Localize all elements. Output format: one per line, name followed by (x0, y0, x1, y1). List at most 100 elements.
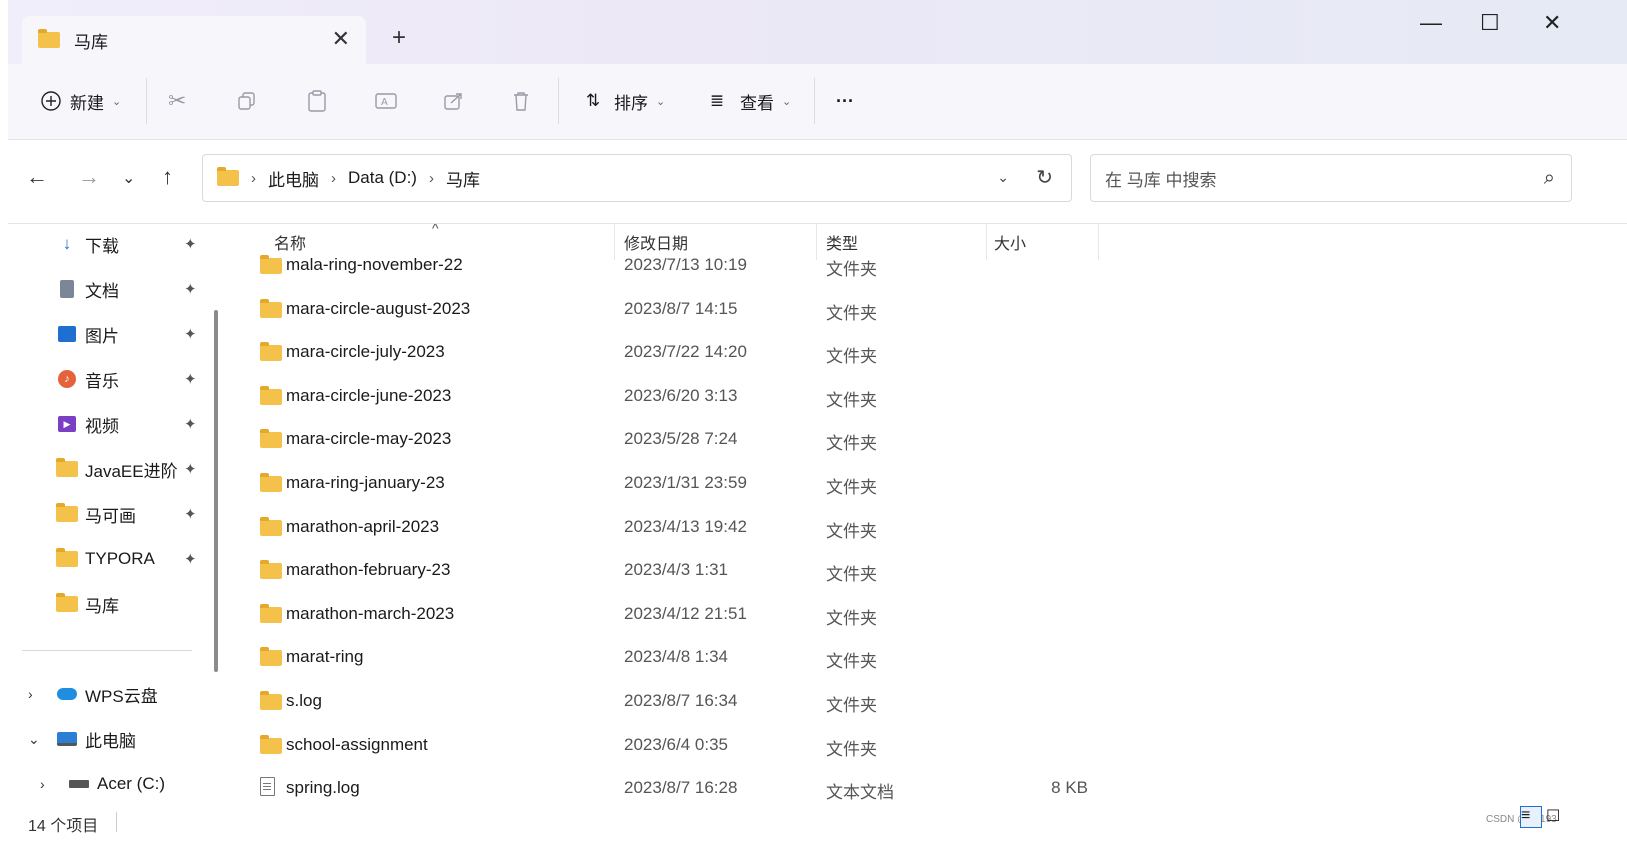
sidebar-item-makehua[interactable]: 马可画 ✦ (8, 494, 218, 534)
sidebar-item-javaee[interactable]: JavaEE进阶 ✦ (8, 449, 218, 489)
details-view-icon[interactable]: ≡ (1520, 806, 1542, 828)
tab-maku[interactable]: 马库 ✕ (22, 16, 366, 64)
pin-icon[interactable]: ✦ (184, 415, 197, 433)
sidebar-item-label: 文档 (85, 281, 119, 301)
breadcrumb-data-drive[interactable]: Data (D:) (348, 168, 417, 188)
forward-button[interactable]: → (78, 164, 100, 190)
file-name: marathon-february-23 (286, 560, 451, 580)
new-tab-button[interactable]: + (392, 24, 406, 52)
folder-icon (260, 429, 282, 449)
table-row[interactable]: spring.log 2023/8/7 16:28 文本文档 8 KB (222, 767, 1627, 806)
table-row[interactable]: s.log 2023/8/7 16:34 文件夹 (222, 680, 1627, 724)
table-row[interactable]: marathon-april-2023 2023/4/13 19:42 文件夹 (222, 506, 1627, 550)
paste-icon[interactable] (306, 84, 328, 118)
back-button[interactable]: ← (26, 164, 48, 190)
close-window-button[interactable]: ✕ (1543, 10, 1561, 36)
sidebar-item-maku[interactable]: 马库 (8, 584, 218, 624)
tab-close-icon[interactable]: ✕ (332, 26, 350, 52)
table-row[interactable]: marathon-february-23 2023/4/3 1:31 文件夹 (222, 549, 1627, 593)
address-bar[interactable]: › 此电脑 › Data (D:) › 马库 ⌄ ↻ (202, 154, 1072, 202)
table-row[interactable]: marathon-march-2023 2023/4/12 21:51 文件夹 (222, 593, 1627, 637)
chevron-down-icon[interactable]: ⌄ (28, 731, 40, 748)
file-name: marathon-april-2023 (286, 516, 440, 536)
sidebar-item-typora[interactable]: TYPORA ✦ (8, 539, 218, 579)
breadcrumb-this-pc[interactable]: 此电脑 (268, 166, 319, 191)
file-name: marat-ring (286, 647, 364, 667)
file-modified: 2023/4/13 19:42 (624, 516, 747, 536)
tiles-view-icon[interactable]: ☐ (1546, 806, 1568, 828)
breadcrumb-separator: › (331, 169, 336, 187)
sort-button[interactable]: ⇅ 排序 ⌄ (578, 84, 665, 118)
chevron-right-icon[interactable]: › (28, 686, 33, 702)
sidebar-item-label: JavaEE进阶 (85, 461, 178, 481)
maximize-button[interactable]: ☐ (1480, 10, 1500, 36)
refresh-icon[interactable]: ↻ (1036, 165, 1053, 190)
file-modified: 2023/6/20 3:13 (624, 385, 738, 405)
sidebar-item-videos[interactable]: ▶ 视频 ✦ (8, 404, 218, 444)
sidebar-item-label: 图片 (85, 326, 119, 346)
pin-icon[interactable]: ✦ (184, 370, 197, 388)
share-icon[interactable] (442, 84, 464, 118)
pin-icon[interactable]: ✦ (184, 235, 197, 253)
table-row[interactable]: mala-ring-november-22 2023/7/13 10:19 文件夹 (222, 244, 1627, 288)
pin-icon[interactable]: ✦ (184, 460, 197, 478)
command-bar: 新建 ⌄ ✂ A ⇅ 排序 ⌄ ≣ 查看 ⌄ ··· (8, 64, 1627, 140)
search-icon[interactable]: ⌕ (1544, 167, 1555, 190)
folder-icon (56, 503, 78, 524)
pin-icon[interactable]: ✦ (184, 550, 197, 568)
file-type: 文件夹 (826, 434, 877, 454)
folder-icon (260, 298, 282, 318)
file-type: 文件夹 (826, 390, 877, 410)
search-box[interactable]: 在 马库 中搜索 ⌕ (1090, 154, 1572, 202)
table-row[interactable]: mara-circle-july-2023 2023/7/22 14:20 文件夹 (222, 331, 1627, 375)
sidebar-item-music[interactable]: ♪ 音乐 ✦ (8, 359, 218, 399)
item-count: 14 个项目 (28, 818, 99, 835)
recent-locations-button[interactable]: ⌄ (122, 168, 135, 188)
copy-icon[interactable] (236, 84, 258, 118)
up-button[interactable]: ↑ (162, 164, 173, 190)
more-options-button[interactable]: ··· (836, 84, 854, 118)
chevron-down-icon[interactable]: ⌄ (997, 169, 1009, 186)
sidebar-item-wps-cloud[interactable]: › WPS云盘 (8, 674, 218, 714)
pin-icon[interactable]: ✦ (184, 280, 197, 298)
sidebar-item-label: 此电脑 (85, 731, 136, 751)
table-row[interactable]: mara-circle-june-2023 2023/6/20 3:13 文件夹 (222, 375, 1627, 419)
table-row[interactable]: marat-ring 2023/4/8 1:34 文件夹 (222, 636, 1627, 680)
breadcrumb-maku[interactable]: 马库 (446, 166, 480, 191)
file-modified: 2023/4/12 21:51 (624, 603, 747, 623)
rename-icon[interactable]: A (374, 84, 398, 118)
minimize-button[interactable]: — (1420, 10, 1442, 36)
cut-icon[interactable]: ✂ (168, 84, 186, 118)
file-type: 文件夹 (826, 347, 877, 367)
file-name: s.log (286, 691, 322, 710)
folder-icon (260, 603, 282, 623)
file-name: spring.log (286, 778, 360, 798)
navigation-bar: ← → ⌄ ↑ › 此电脑 › Data (D:) › 马库 ⌄ ↻ 在 马库 … (8, 140, 1627, 224)
chevron-right-icon[interactable]: › (40, 776, 45, 792)
status-bar: 14 个项目 CSDN @吕t193 ≡ ☐ (8, 806, 1627, 859)
sidebar-item-acer-c[interactable]: › Acer (C:) (8, 764, 218, 804)
file-type: 文件夹 (826, 652, 877, 672)
view-button[interactable]: ≣ 查看 ⌄ (702, 84, 791, 118)
sidebar-scrollbar[interactable] (214, 310, 218, 672)
sidebar-item-this-pc[interactable]: ⌄ 此电脑 (8, 719, 218, 759)
table-row[interactable]: mara-circle-may-2023 2023/5/28 7:24 文件夹 (222, 418, 1627, 462)
search-placeholder: 在 马库 中搜索 (1105, 170, 1217, 190)
sidebar-item-documents[interactable]: 文档 ✦ (8, 269, 218, 309)
sidebar-item-pictures[interactable]: 图片 ✦ (8, 314, 218, 354)
table-row[interactable]: mara-ring-january-23 2023/1/31 23:59 文件夹 (222, 462, 1627, 506)
file-modified: 2023/6/4 0:35 (624, 734, 728, 754)
folder-icon (260, 255, 282, 274)
file-modified: 2023/5/28 7:24 (624, 429, 738, 449)
folder-icon (260, 473, 282, 492)
table-row[interactable]: mara-circle-august-2023 2023/8/7 14:15 文件夹 (222, 288, 1627, 332)
file-type: 文件夹 (826, 478, 877, 497)
folder-icon (56, 593, 78, 614)
pin-icon[interactable]: ✦ (184, 505, 197, 523)
sidebar-item-downloads[interactable]: ↓ 下载 ✦ (8, 224, 218, 264)
pin-icon[interactable]: ✦ (184, 325, 197, 343)
new-button[interactable]: 新建 ⌄ (36, 84, 121, 118)
new-label: 新建 (70, 93, 104, 113)
delete-icon[interactable] (510, 84, 532, 118)
table-row[interactable]: school-assignment 2023/6/4 0:35 文件夹 (222, 724, 1627, 768)
